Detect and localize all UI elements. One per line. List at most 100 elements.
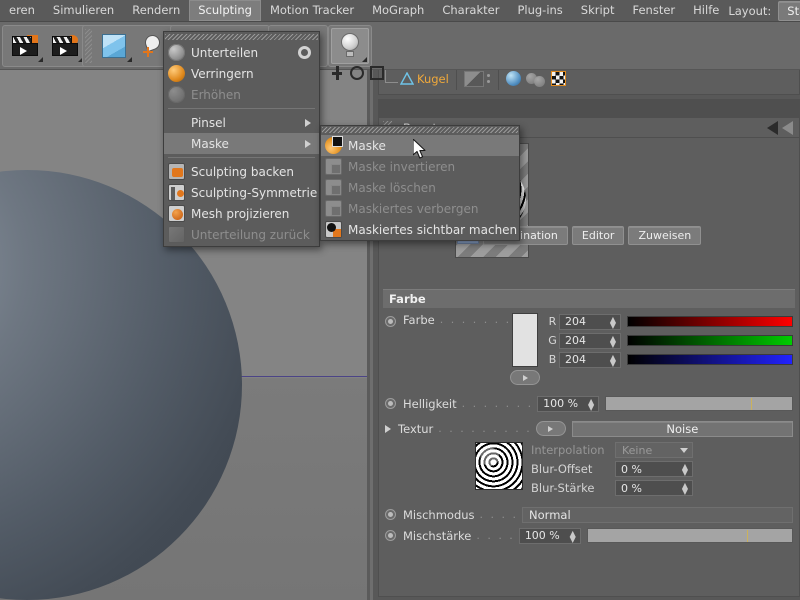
menu-item-label: Pinsel <box>191 116 226 130</box>
blur-strength-value: 0 % <box>621 482 642 495</box>
menu-mograph[interactable]: MoGraph <box>363 0 433 21</box>
nav-forward-icon[interactable] <box>782 121 793 135</box>
texture-name-field[interactable]: Noise <box>572 421 793 437</box>
primitive-cube-button[interactable] <box>94 28 134 64</box>
blur-strength-field[interactable]: 0 % ▲▼ <box>615 480 693 496</box>
menu-item-unterteilen[interactable]: Unterteilen <box>164 42 319 63</box>
render-settings-button[interactable] <box>45 28 85 64</box>
mischstaerke-slider[interactable] <box>587 528 793 543</box>
g-gradient-slider[interactable] <box>627 335 793 346</box>
mask-invert-icon <box>325 158 342 175</box>
menu-motion-tracker[interactable]: Motion Tracker <box>261 0 363 21</box>
toolbar-group-light <box>328 25 372 67</box>
color-swatch-preview[interactable] <box>512 313 538 367</box>
interpolation-select[interactable]: Keine <box>615 442 693 458</box>
mischstaerke-animation-radio[interactable] <box>385 530 396 541</box>
submenu-tearoff-grip-icon[interactable] <box>322 127 518 133</box>
divider <box>456 68 457 90</box>
menu-item-sculpting-symmetrie[interactable]: Sculpting-Symmetrie <box>164 182 319 203</box>
r-gradient-slider[interactable] <box>627 316 793 327</box>
mask-show-icon <box>325 221 342 238</box>
menu-item-pinsel[interactable]: Pinsel <box>164 112 319 133</box>
helligkeit-value-field[interactable]: 100 % ▲▼ <box>537 396 599 412</box>
blur-strength-spinner-icon[interactable]: ▲▼ <box>682 483 688 495</box>
blur-offset-field[interactable]: 0 % ▲▼ <box>615 461 693 477</box>
mischstaerke-spinner-icon[interactable]: ▲▼ <box>570 531 576 543</box>
attribute-nav <box>767 121 799 135</box>
r-spinner-icon[interactable]: ▲▼ <box>610 317 616 329</box>
farbe-animation-radio[interactable] <box>385 316 396 327</box>
menu-item-mesh-projizieren[interactable]: Mesh projizieren <box>164 203 319 224</box>
menu-separator <box>168 157 315 158</box>
layout-dropdown[interactable]: Start <box>778 1 800 21</box>
r-value-field[interactable]: 204 ▲▼ <box>559 314 621 330</box>
helligkeit-spinner-icon[interactable]: ▲▼ <box>588 399 594 411</box>
mischmodus-animation-radio[interactable] <box>385 509 396 520</box>
menu-item-sculpting-backen[interactable]: Sculpting backen <box>164 161 319 182</box>
mischstaerke-value-field[interactable]: 100 % ▲▼ <box>519 528 581 544</box>
mischmodus-select[interactable]: Normal <box>522 507 793 523</box>
menu-sculpting[interactable]: Sculpting <box>189 0 261 21</box>
cinema4d-window: Objekte Content Browser Struktur Datei B… <box>0 0 800 600</box>
menu-hilfe[interactable]: Hilfe <box>684 0 728 21</box>
checker-texture-tag-icon[interactable] <box>551 71 566 86</box>
render-view-icon <box>12 36 38 56</box>
helligkeit-slider[interactable] <box>605 396 793 411</box>
b-spinner-icon[interactable]: ▲▼ <box>610 355 616 367</box>
menu-item-verringern[interactable]: Verringern <box>164 63 319 84</box>
menu-plugins[interactable]: Plug-ins <box>508 0 571 21</box>
menu-rendern[interactable]: Rendern <box>123 0 189 21</box>
gear-icon[interactable] <box>298 46 311 59</box>
b-gradient-slider[interactable] <box>627 354 793 365</box>
b-value-field[interactable]: 204 ▲▼ <box>559 352 621 368</box>
interpolation-row: Interpolation Keine <box>531 442 793 458</box>
menu-tearoff-grip-icon[interactable] <box>165 34 318 40</box>
helligkeit-animation-radio[interactable] <box>385 398 396 409</box>
brightness-row: Helligkeit . . . . . . . 100 % ▲▼ <box>379 393 799 414</box>
menu-item-label: Sculpting backen <box>191 165 294 179</box>
g-value-field[interactable]: 204 ▲▼ <box>559 333 621 349</box>
menu-fenster[interactable]: Fenster <box>624 0 685 21</box>
submenu-item-maskiertes-sichtbar-machen[interactable]: Maskiertes sichtbar machen <box>321 219 519 240</box>
menu-simulieren[interactable]: Simulieren <box>44 0 123 21</box>
sculpt-tag-icon[interactable] <box>506 71 521 86</box>
menu-item-maske[interactable]: Maske <box>164 133 319 154</box>
color-expand-button[interactable] <box>510 370 540 385</box>
light-bulb-icon <box>339 33 361 59</box>
interpolation-chevron-down-icon <box>680 448 688 453</box>
menu-item-label: Unterteilung zurück <box>191 228 310 242</box>
mischmodus-label: Mischmodus <box>403 508 475 522</box>
button-editor[interactable]: Editor <box>572 226 625 245</box>
menu-eren[interactable]: eren <box>0 0 44 21</box>
undo-subdivision-icon <box>168 226 185 243</box>
menu-skript[interactable]: Skript <box>572 0 624 21</box>
texture-menu-button[interactable] <box>536 421 566 436</box>
object-name-kugel[interactable]: Kugel <box>417 72 449 86</box>
mischstaerke-dots: . . . . <box>476 529 514 542</box>
cube-icon <box>102 34 126 58</box>
texture-thumbnail[interactable] <box>475 442 523 490</box>
blur-offset-row: Blur-Offset 0 % ▲▼ <box>531 461 793 477</box>
menu-item-label: Unterteilen <box>191 46 258 60</box>
nav-back-icon[interactable] <box>767 121 778 135</box>
menu-charakter[interactable]: Charakter <box>433 0 508 21</box>
scale-tool-icon[interactable] <box>370 66 384 80</box>
g-spinner-icon[interactable]: ▲▼ <box>610 336 616 348</box>
light-button[interactable] <box>331 28 369 64</box>
mesh-project-icon <box>168 205 185 222</box>
blur-offset-spinner-icon[interactable]: ▲▼ <box>682 464 688 476</box>
texture-expand-icon[interactable] <box>385 425 391 433</box>
rotate-tool-icon[interactable] <box>350 66 364 80</box>
move-tool-icon[interactable] <box>330 66 344 80</box>
drag-grip-icon[interactable] <box>85 29 92 63</box>
menu-separator <box>168 108 315 109</box>
render-view-button[interactable] <box>5 28 45 64</box>
gray-tag-icon-2[interactable] <box>534 76 545 87</box>
material-tag-icon[interactable] <box>464 71 484 87</box>
transform-tool-row <box>330 66 384 80</box>
submenu-item-label: Maske löschen <box>348 181 436 195</box>
blur-strength-label: Blur-Stärke <box>531 481 609 495</box>
bake-icon <box>168 163 185 180</box>
button-zuweisen[interactable]: Zuweisen <box>628 226 701 245</box>
submenu-item-maske-loeschen: Maske löschen <box>321 177 519 198</box>
